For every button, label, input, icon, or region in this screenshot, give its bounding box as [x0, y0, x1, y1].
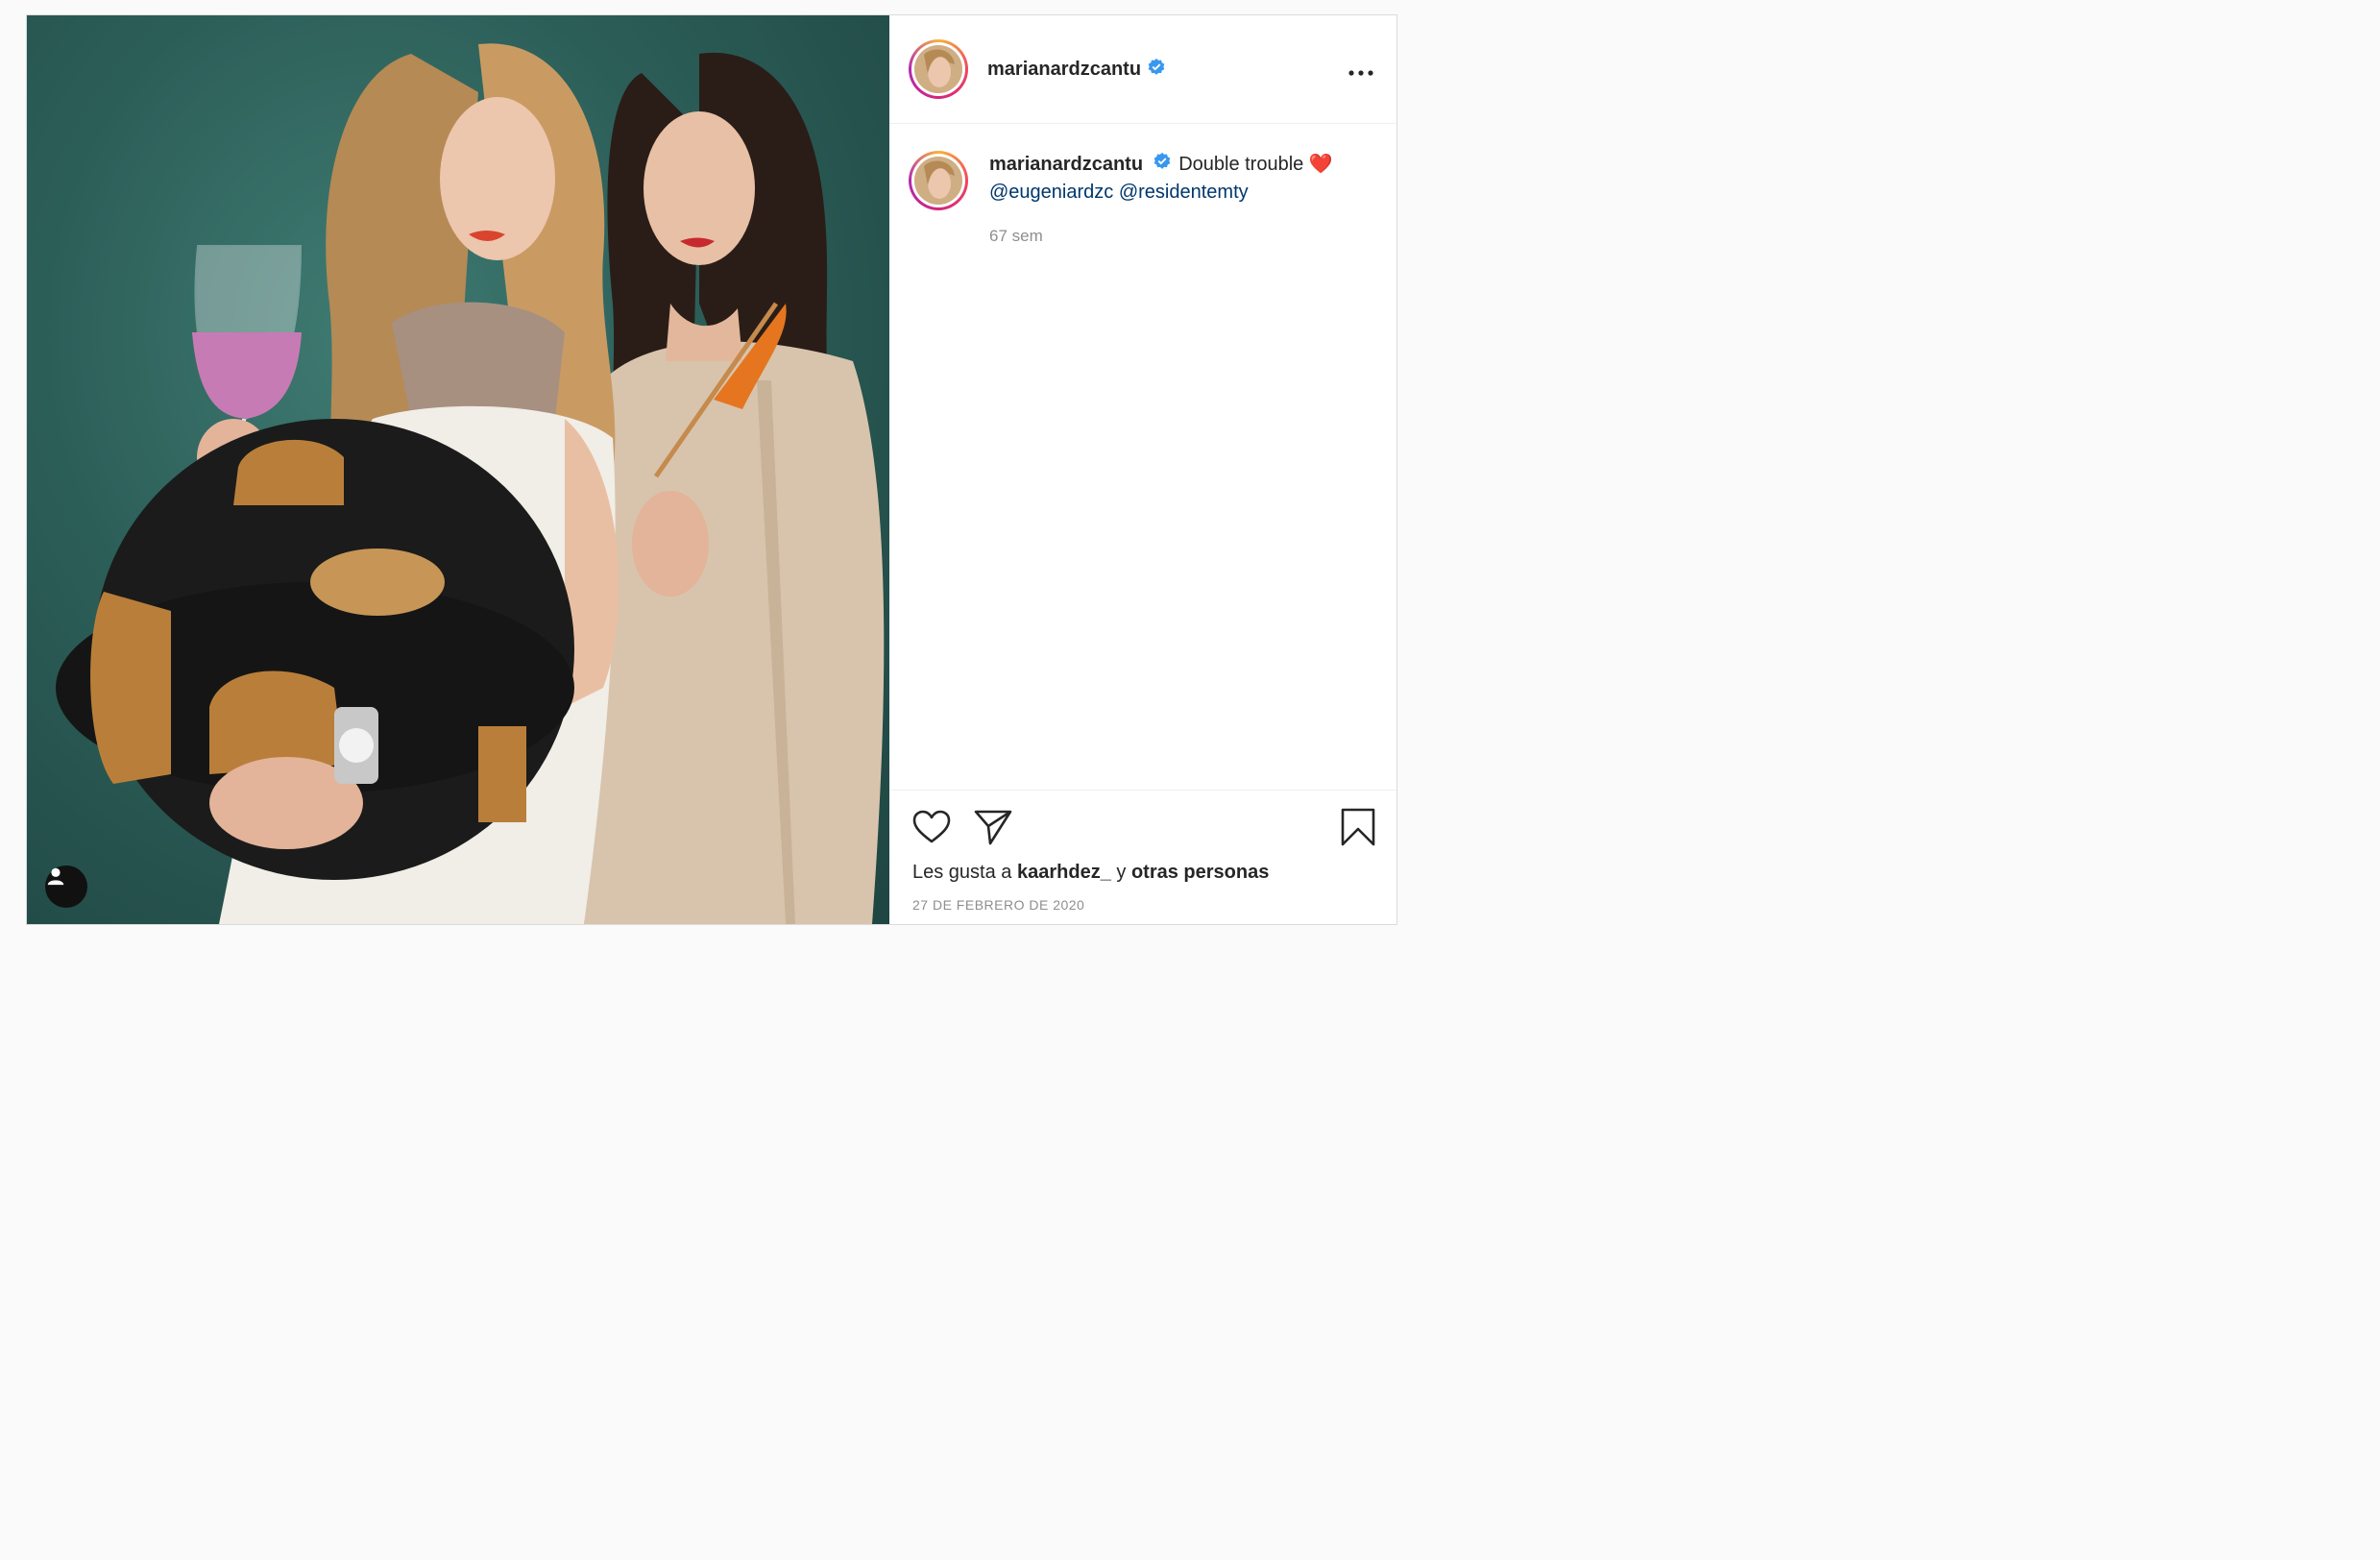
caption-avatar-image [914, 157, 962, 205]
post-header: marianardzcantu [889, 15, 1396, 124]
paper-plane-icon[interactable] [974, 809, 1012, 845]
post-time-ago[interactable]: 67 sem [989, 223, 1333, 250]
post-date[interactable]: 27 DE FEBRERO DE 2020 [912, 897, 1375, 913]
likes-prefix: Les gusta a [912, 862, 1012, 883]
likes-summary: Les gusta a kaarhdez_ y otras personas [912, 862, 1375, 884]
tagged-users-button[interactable] [45, 865, 87, 908]
caption: marianardzcantu Double trouble ❤️ @eugen… [989, 151, 1333, 790]
post-card: marianardzcantu marianardzcantu Double t… [26, 14, 1397, 925]
avatar-image [914, 45, 962, 93]
likes-others-link[interactable]: otras personas [1131, 862, 1269, 883]
heart-icon[interactable] [912, 810, 951, 844]
verified-badge-icon [1153, 152, 1172, 179]
caption-text: Double trouble [1178, 154, 1304, 175]
action-icon-row [912, 806, 1375, 848]
bookmark-icon[interactable] [1341, 808, 1375, 846]
liker-username[interactable]: kaarhdez_ [1017, 862, 1111, 883]
post-side-panel: marianardzcantu marianardzcantu Double t… [889, 15, 1396, 924]
avatar[interactable] [909, 39, 968, 99]
more-horizontal-icon[interactable] [1348, 57, 1373, 82]
header-username[interactable]: marianardzcantu [987, 59, 1141, 81]
likes-joiner: y [1116, 862, 1127, 883]
mention-link[interactable]: @eugeniardzc [989, 182, 1113, 203]
caption-area: marianardzcantu Double trouble ❤️ @eugen… [889, 124, 1396, 790]
photo-illustration [56, 43, 885, 924]
mention-link[interactable]: @residentemty [1119, 182, 1249, 203]
post-photo[interactable] [27, 15, 889, 924]
verified-badge-icon [1147, 58, 1166, 82]
heart-emoji: ❤️ [1308, 154, 1333, 175]
caption-avatar[interactable] [909, 151, 968, 210]
post-actions: Les gusta a kaarhdez_ y otras personas 2… [889, 790, 1396, 924]
caption-username[interactable]: marianardzcantu [989, 154, 1143, 175]
